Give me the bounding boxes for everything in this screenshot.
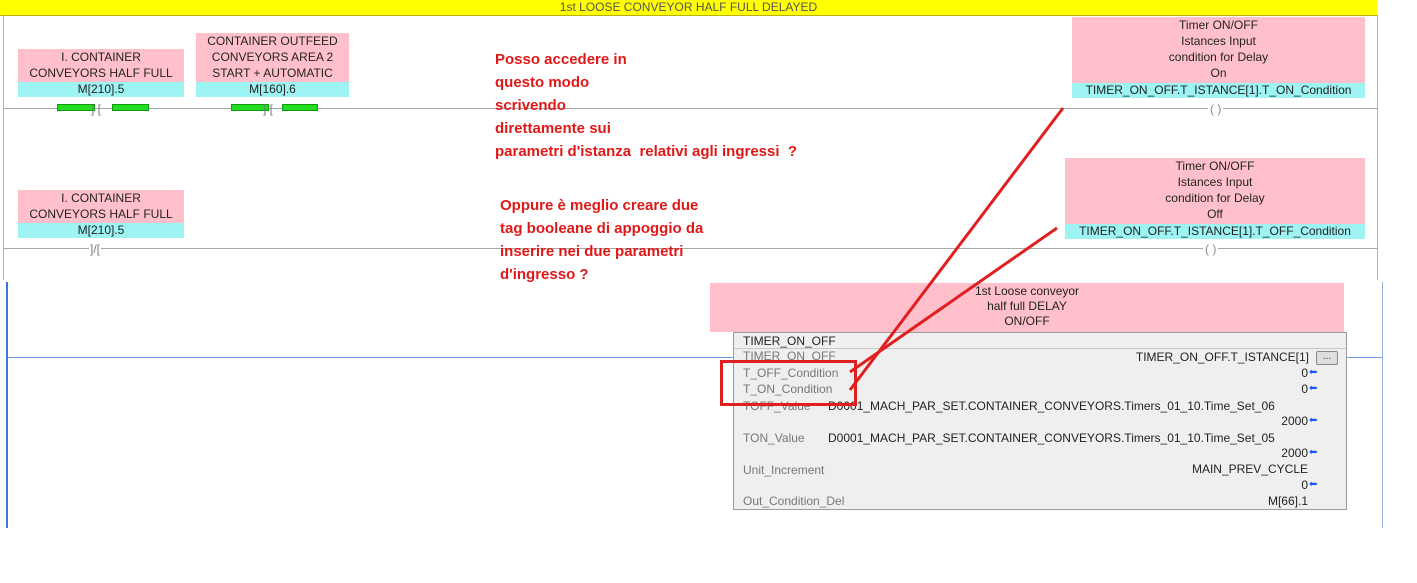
annotation-arrows	[848, 107, 1065, 391]
annotation-line-to-t-on	[848, 107, 1065, 391]
annotation-line-to-t-off	[849, 226, 1058, 374]
